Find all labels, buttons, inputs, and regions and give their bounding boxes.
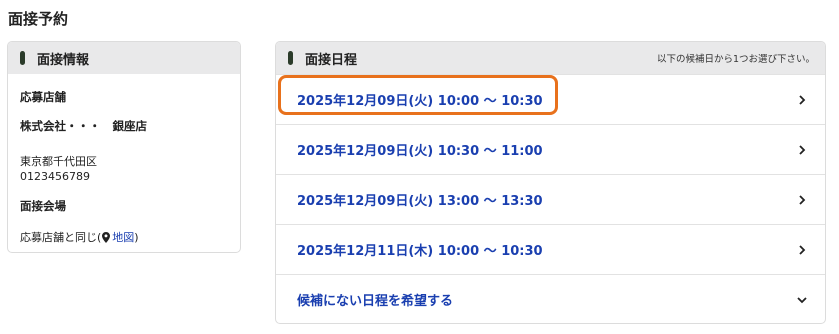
- selection-highlight: [278, 75, 558, 115]
- time-slot-label: 2025年12月09日(火) 13:00 〜 13:30: [297, 194, 543, 209]
- map-pin-icon: [102, 231, 111, 243]
- page-title: 面接予約: [8, 10, 69, 28]
- header-accent-bar: [288, 51, 293, 65]
- time-slot-label: 2025年12月11日(木) 10:00 〜 10:30: [297, 244, 543, 259]
- schedule-instruction: 以下の候補日から1つお選び下さい。: [656, 54, 815, 65]
- time-slot-label: 2025年12月09日(火) 10:30 〜 11:00: [297, 144, 543, 159]
- chevron-right-icon: [799, 244, 806, 255]
- shop-name: 株式会社・・・ 銀座店: [20, 119, 148, 133]
- time-slot-option[interactable]: 2025年12月11日(木) 10:00 〜 10:30: [276, 224, 825, 274]
- venue-info: 応募店舗と同じ( 地図 ): [20, 229, 228, 245]
- shop-phone: 0123456789: [20, 170, 90, 183]
- shop-label: 応募店舗: [20, 90, 66, 104]
- interview-info-header: 面接情報: [8, 42, 240, 74]
- venue-text: 応募店舗と同じ(: [20, 231, 102, 244]
- time-slot-option[interactable]: 2025年12月09日(火) 13:00 〜 13:30: [276, 174, 825, 224]
- interview-schedule-card: 面接日程 以下の候補日から1つお選び下さい。 2025年12月09日(火) 10…: [275, 41, 826, 324]
- time-slot-option[interactable]: 2025年12月09日(火) 10:30 〜 11:00: [276, 124, 825, 174]
- interview-schedule-header: 面接日程 以下の候補日から1つお選び下さい。: [276, 42, 825, 74]
- interview-schedule-title: 面接日程: [305, 52, 358, 68]
- request-other-date-option[interactable]: 候補にない日程を希望する: [276, 274, 825, 323]
- venue-close: ): [134, 230, 139, 244]
- shop-address: 東京都千代田区: [20, 155, 97, 168]
- request-other-date-label: 候補にない日程を希望する: [297, 294, 454, 309]
- interview-info-card: 面接情報 応募店舗 株式会社・・・ 銀座店 東京都千代田区 0123456789…: [7, 41, 241, 253]
- venue-label: 面接会場: [20, 199, 66, 213]
- chevron-right-icon: [799, 194, 806, 205]
- chevron-right-icon: [799, 144, 806, 155]
- map-link[interactable]: 地図: [101, 229, 134, 245]
- chevron-right-icon: [799, 94, 806, 105]
- interview-info-body: 応募店舗 株式会社・・・ 銀座店 東京都千代田区 0123456789 面接会場…: [8, 74, 240, 252]
- header-accent-bar: [20, 51, 25, 65]
- map-link-label: 地図: [112, 231, 135, 244]
- interview-info-title: 面接情報: [37, 52, 90, 68]
- chevron-down-icon: [797, 296, 807, 303]
